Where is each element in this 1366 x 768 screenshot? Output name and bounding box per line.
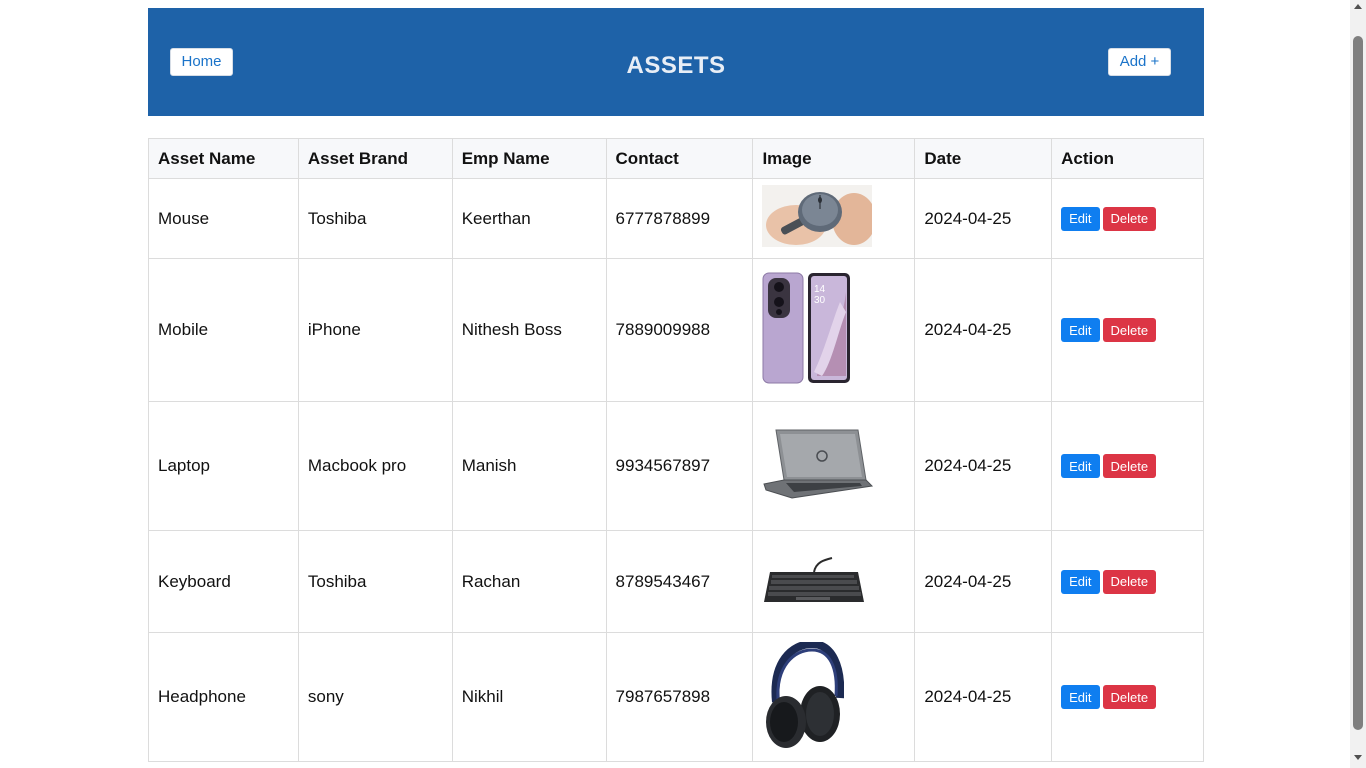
- action-cell: Edit Delete: [1051, 178, 1204, 259]
- scrollbar-thumb[interactable]: [1353, 36, 1363, 730]
- mouse-image: [762, 185, 877, 252]
- table-row: Headphone sony Nikhil 7987657898 2024-04…: [148, 632, 1204, 762]
- add-button[interactable]: Add +: [1108, 48, 1171, 76]
- headphone-image: [762, 639, 845, 753]
- emp-name-cell: Nikhil: [451, 632, 607, 762]
- date-cell: 2024-04-25: [914, 632, 1053, 762]
- contact-cell: 7987657898: [605, 632, 754, 762]
- asset-name-cell: Mouse: [148, 178, 299, 259]
- table-row: Mouse Toshiba Keerthan 6777878899 2024-0…: [148, 178, 1204, 259]
- scroll-down-arrow-icon[interactable]: [1354, 755, 1362, 760]
- date-cell: 2024-04-25: [914, 530, 1053, 633]
- svg-text:30: 30: [814, 295, 826, 306]
- delete-button[interactable]: Delete: [1102, 318, 1157, 342]
- contact-cell: 9934567897: [605, 401, 754, 531]
- emp-name-cell: Manish: [451, 401, 607, 531]
- action-cell: Edit Delete: [1051, 632, 1204, 762]
- asset-brand-cell: Macbook pro: [297, 401, 453, 531]
- contact-cell: 7889009988: [605, 258, 754, 402]
- asset-brand-cell: Toshiba: [297, 530, 453, 633]
- column-header-image: Image: [752, 138, 916, 179]
- edit-button[interactable]: Edit: [1061, 206, 1100, 231]
- header-bar: Home ASSETS Add +: [148, 8, 1204, 116]
- column-header-action: Action: [1051, 138, 1204, 179]
- asset-name-cell: Laptop: [148, 401, 299, 531]
- action-cell: Edit Delete: [1051, 258, 1204, 402]
- column-header-asset-brand: Asset Brand: [297, 138, 453, 179]
- delete-button[interactable]: Delete: [1102, 569, 1157, 594]
- page: Home ASSETS Add + Asset Name Asset Brand…: [0, 0, 1350, 768]
- delete-button[interactable]: Delete: [1102, 454, 1157, 478]
- svg-text:14: 14: [814, 284, 826, 295]
- emp-name-cell: Keerthan: [451, 178, 607, 259]
- column-header-contact: Contact: [605, 138, 754, 179]
- table-row: Laptop Macbook pro Manish 9934567897 202…: [148, 401, 1204, 531]
- asset-brand-cell: iPhone: [297, 258, 453, 402]
- image-cell: [752, 530, 916, 633]
- asset-name-cell: Keyboard: [148, 530, 299, 633]
- edit-button[interactable]: Edit: [1061, 685, 1100, 709]
- page-title: ASSETS: [626, 52, 726, 79]
- delete-button[interactable]: Delete: [1102, 206, 1157, 231]
- image-cell: [752, 632, 916, 762]
- emp-name-cell: Rachan: [451, 530, 607, 633]
- edit-button[interactable]: Edit: [1061, 569, 1100, 594]
- vertical-scrollbar[interactable]: [1350, 0, 1366, 768]
- action-cell: Edit Delete: [1051, 401, 1204, 531]
- delete-button[interactable]: Delete: [1102, 685, 1157, 709]
- asset-brand-cell: sony: [297, 632, 453, 762]
- date-cell: 2024-04-25: [914, 401, 1053, 531]
- image-cell: 14 30: [752, 258, 916, 402]
- asset-name-cell: Mobile: [148, 258, 299, 402]
- mobile-image: 14 30: [762, 272, 852, 389]
- laptop-image: [762, 428, 874, 505]
- column-header-date: Date: [914, 138, 1053, 179]
- image-cell: [752, 401, 916, 531]
- table-row: Mobile iPhone Nithesh Boss 7889009988 14…: [148, 258, 1204, 402]
- scroll-up-arrow-icon[interactable]: [1354, 4, 1362, 9]
- keyboard-image: [762, 552, 866, 611]
- column-header-asset-name: Asset Name: [148, 138, 299, 179]
- image-cell: [752, 178, 916, 259]
- asset-name-cell: Headphone: [148, 632, 299, 762]
- table-header-row: Asset Name Asset Brand Emp Name Contact …: [148, 138, 1204, 179]
- edit-button[interactable]: Edit: [1061, 318, 1100, 342]
- table-row: Keyboard Toshiba Rachan 8789543467 2024-…: [148, 530, 1204, 633]
- contact-cell: 6777878899: [605, 178, 754, 259]
- edit-button[interactable]: Edit: [1061, 454, 1100, 478]
- asset-brand-cell: Toshiba: [297, 178, 453, 259]
- assets-table: Asset Name Asset Brand Emp Name Contact …: [148, 138, 1204, 762]
- date-cell: 2024-04-25: [914, 258, 1053, 402]
- date-cell: 2024-04-25: [914, 178, 1053, 259]
- contact-cell: 8789543467: [605, 530, 754, 633]
- action-cell: Edit Delete: [1051, 530, 1204, 633]
- column-header-emp-name: Emp Name: [451, 138, 607, 179]
- emp-name-cell: Nithesh Boss: [451, 258, 607, 402]
